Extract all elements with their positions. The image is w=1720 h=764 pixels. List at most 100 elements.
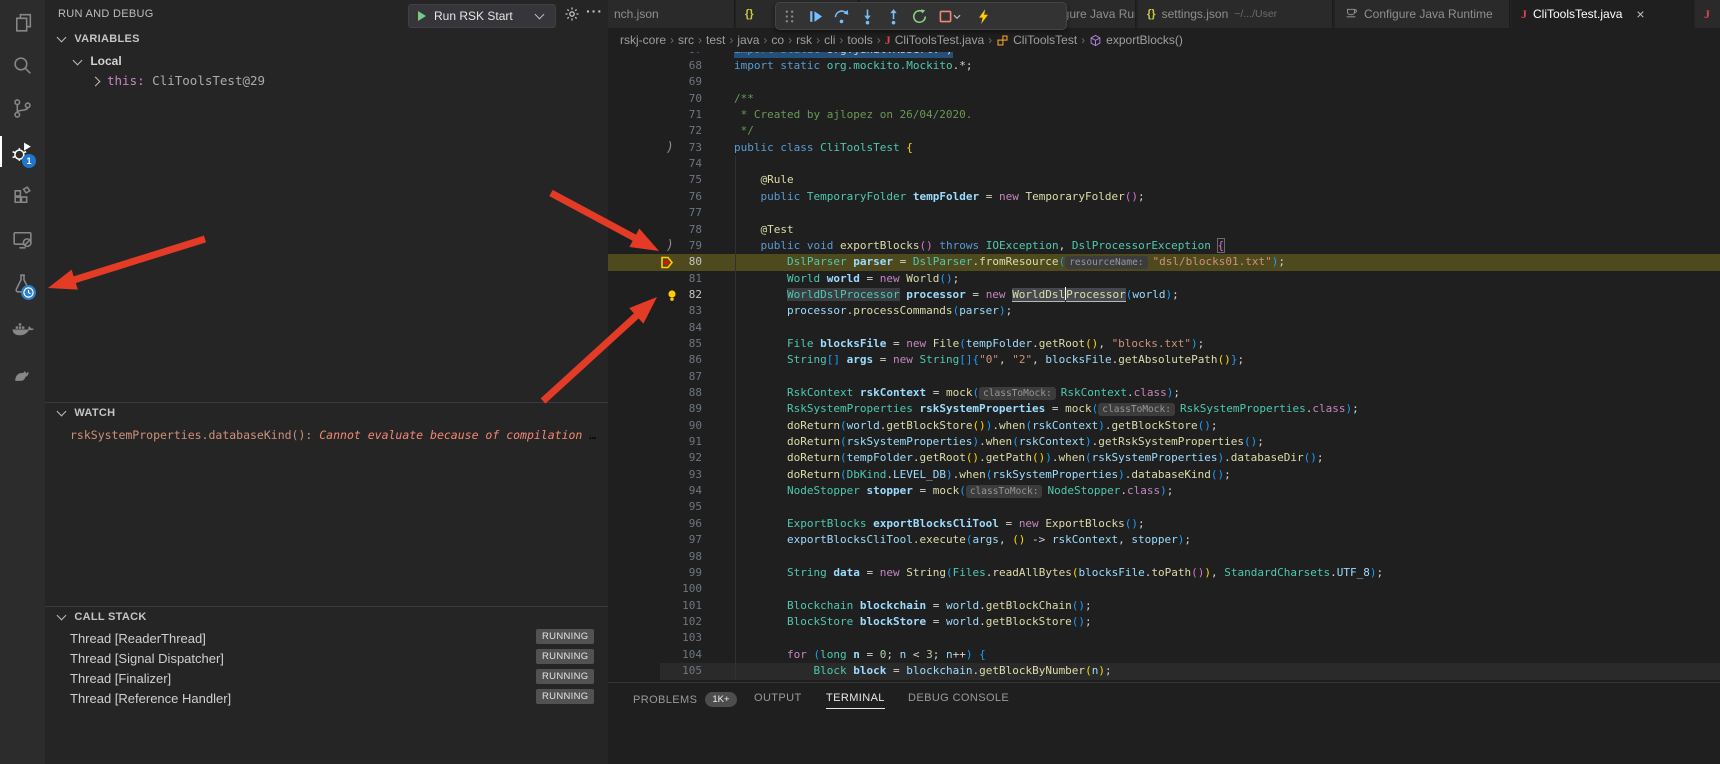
panel-tab-DEBUG CONSOLE[interactable]: DEBUG CONSOLE	[908, 692, 1009, 704]
breadcrumb-item-src[interactable]: src	[678, 33, 694, 47]
line-number[interactable]: 81	[628, 271, 702, 287]
line-number[interactable]: 77	[628, 205, 702, 221]
code-line-89[interactable]: 89 RskSystemProperties rskSystemProperti…	[608, 401, 1720, 418]
code-line-text[interactable]: doReturn(rskSystemProperties).when(rskCo…	[734, 434, 1264, 450]
line-number[interactable]: 78	[628, 222, 702, 238]
code-line-77[interactable]: 77	[608, 205, 1720, 222]
gripper-icon[interactable]	[776, 5, 802, 27]
line-number[interactable]: 103	[628, 630, 702, 646]
code-line-text[interactable]: exportBlocksCliTool.execute(args, () -> …	[734, 532, 1191, 548]
code-line-text[interactable]: public void exportBlocks() throws IOExce…	[734, 238, 1224, 254]
code-line-104[interactable]: 104 for (long n = 0; n < 3; n++) {	[608, 647, 1720, 664]
continue-icon[interactable]	[802, 5, 828, 27]
call-stack-thread-row[interactable]: Thread [Reference Handler]	[70, 691, 231, 706]
code-line-79[interactable]: 79) public void exportBlocks() throws IO…	[608, 238, 1720, 255]
code-line-text[interactable]: doReturn(DbKind.LEVEL_DB).when(rskSystem…	[734, 467, 1231, 483]
line-number[interactable]: 91	[628, 434, 702, 450]
breadcrumb-item-CliToolsTest[interactable]: CliToolsTest	[996, 33, 1077, 47]
code-line-68[interactable]: 68 import static org.mockito.Mockito.*;	[608, 58, 1720, 75]
code-line-100[interactable]: 100	[608, 581, 1720, 598]
breadcrumb-item-java[interactable]: java	[737, 33, 759, 47]
code-line-76[interactable]: 76 public TemporaryFolder tempFolder = n…	[608, 189, 1720, 206]
code-line-text[interactable]: public TemporaryFolder tempFolder = new …	[734, 189, 1145, 205]
code-line-text[interactable]: @Rule	[734, 172, 794, 188]
call-stack-thread-row[interactable]: Thread [ReaderThread]	[70, 631, 206, 646]
code-line-text[interactable]: @Test	[734, 222, 794, 238]
editor-tab-CliToolsTest.java[interactable]: JCliToolsTest.java×	[1512, 0, 1693, 28]
code-line-97[interactable]: 97 exportBlocksCliTool.execute(args, () …	[608, 532, 1720, 549]
code-line-98[interactable]: 98	[608, 549, 1720, 566]
line-number[interactable]: 73	[628, 140, 702, 156]
breadcrumb-item-cli[interactable]: cli	[824, 33, 835, 47]
gradle-elephant-icon[interactable]	[10, 360, 35, 385]
call-stack-thread-row[interactable]: Thread [Signal Dispatcher]	[70, 651, 224, 666]
code-line-85[interactable]: 85 File blocksFile = new File(tempFolder…	[608, 336, 1720, 353]
code-line-70[interactable]: 70/**	[608, 91, 1720, 108]
code-line-71[interactable]: 71 * Created by ajlopez on 26/04/2020.	[608, 107, 1720, 124]
line-number[interactable]: 102	[628, 614, 702, 630]
line-number[interactable]: 76	[628, 189, 702, 205]
breadcrumb-item-co[interactable]: co	[771, 33, 784, 47]
code-line-74[interactable]: 74	[608, 156, 1720, 173]
code-line-text[interactable]: RskSystemProperties rskSystemProperties …	[734, 401, 1359, 418]
code-line-text[interactable]: import static org.mockito.Mockito.*;	[734, 58, 972, 74]
code-line-101[interactable]: 101 Blockchain blockchain = world.getBlo…	[608, 598, 1720, 615]
code-line-90[interactable]: 90 doReturn(world.getBlockStore()).when(…	[608, 418, 1720, 435]
code-line-95[interactable]: 95	[608, 499, 1720, 516]
restart-icon[interactable]	[906, 5, 932, 27]
line-number[interactable]: 75	[628, 172, 702, 188]
breadcrumb-item-exportBlocks()[interactable]: exportBlocks()	[1089, 33, 1183, 47]
line-number[interactable]: 100	[628, 581, 702, 597]
code-line-87[interactable]: 87	[608, 369, 1720, 386]
breadcrumb-item-rskj-core[interactable]: rskj-core	[620, 33, 666, 47]
code-line-105[interactable]: 105 Block block = blockchain.getBlockByN…	[608, 663, 1720, 680]
code-editor[interactable]: 67import static org.junit.Assert.*;68imp…	[608, 52, 1720, 682]
code-line-text[interactable]: File blocksFile = new File(tempFolder.ge…	[734, 336, 1204, 352]
code-line-text[interactable]: Block block = blockchain.getBlockByNumbe…	[734, 663, 1112, 679]
code-line-91[interactable]: 91 doReturn(rskSystemProperties).when(rs…	[608, 434, 1720, 451]
code-line-73[interactable]: 73)public class CliToolsTest {	[608, 140, 1720, 157]
code-line-86[interactable]: 86 String[] args = new String[]{"0", "2"…	[608, 352, 1720, 369]
line-number[interactable]: 98	[628, 549, 702, 565]
search-icon[interactable]	[10, 53, 35, 78]
line-number[interactable]: 99	[628, 565, 702, 581]
code-line-83[interactable]: 83 processor.processCommands(parser);	[608, 303, 1720, 320]
line-number[interactable]: 69	[628, 74, 702, 90]
panel-tab-OUTPUT[interactable]: OUTPUT	[754, 692, 802, 704]
line-number[interactable]: 87	[628, 369, 702, 385]
line-number[interactable]: 82	[628, 287, 702, 303]
line-number[interactable]: 85	[628, 336, 702, 352]
editor-tab-Configure Java Runtime[interactable]: Configure Java Runtime	[1335, 0, 1510, 28]
line-number[interactable]: 95	[628, 499, 702, 515]
breadcrumb-item-rsk[interactable]: rsk	[796, 33, 812, 47]
editor-tab-nch.json[interactable]: nch.json	[608, 0, 735, 28]
code-line-text[interactable]: WorldDslProcessor processor = new WorldD…	[734, 287, 1179, 303]
variables-section-header[interactable]: VARIABLES	[58, 33, 140, 45]
call-stack-section-header[interactable]: CALL STACK	[58, 611, 147, 623]
code-line-78[interactable]: 78 @Test	[608, 222, 1720, 239]
line-number[interactable]: 93	[628, 467, 702, 483]
code-line-text[interactable]: doReturn(tempFolder.getRoot().getPath())…	[734, 450, 1324, 466]
code-line-text[interactable]: String[] args = new String[]{"0", "2", b…	[734, 352, 1244, 368]
line-number[interactable]: 68	[628, 58, 702, 74]
gutter-arc-icon[interactable]: )	[666, 238, 674, 254]
step-into-icon[interactable]	[854, 5, 880, 27]
line-number[interactable]: 104	[628, 647, 702, 663]
code-line-text[interactable]: */	[734, 123, 754, 139]
code-line-75[interactable]: 75 @Rule	[608, 172, 1720, 189]
code-line-text[interactable]: World world = new World();	[734, 271, 959, 287]
code-line-text[interactable]: RskContext rskContext = mock(classToMock…	[734, 385, 1180, 402]
code-line-103[interactable]: 103	[608, 630, 1720, 647]
code-line-80[interactable]: 80 DslParser parser = DslParser.fromReso…	[608, 254, 1720, 271]
variables-scope-local[interactable]: Local	[74, 54, 122, 68]
code-line-text[interactable]: ExportBlocks exportBlocksCliTool = new E…	[734, 516, 1145, 532]
line-number[interactable]: 70	[628, 91, 702, 107]
chevron-down-icon[interactable]	[950, 5, 964, 27]
code-line-text[interactable]: for (long n = 0; n < 3; n++) {	[734, 647, 986, 663]
step-out-icon[interactable]	[880, 5, 906, 27]
editor-tab-hidden[interactable]: J	[1695, 0, 1720, 28]
code-line-102[interactable]: 102 BlockStore blockStore = world.getBlo…	[608, 614, 1720, 631]
code-line-text[interactable]: * Created by ajlopez on 26/04/2020.	[734, 107, 972, 123]
run-config-dropdown[interactable]: Run RSK Start	[408, 4, 556, 28]
extensions-icon[interactable]	[10, 183, 35, 208]
